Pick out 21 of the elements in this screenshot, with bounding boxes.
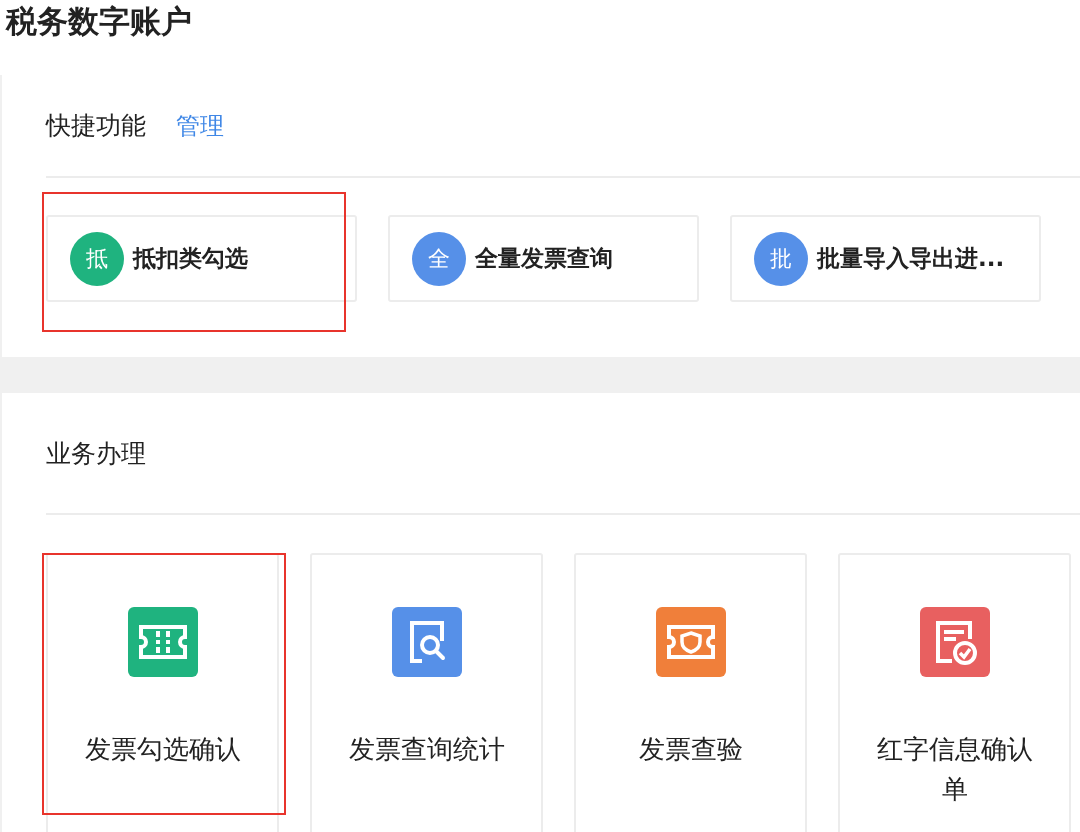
section-title: 业务办理 — [46, 437, 146, 470]
page-title: 税务数字账户 — [0, 0, 1080, 75]
shortcut-badge: 批 — [754, 231, 808, 286]
service-tile[interactable]: 发票查询统计 — [310, 553, 543, 832]
shortcut-label: 批量导入导出进... — [817, 244, 1005, 273]
service-tile[interactable]: 发票勾选确认 — [46, 553, 279, 832]
shortcut-badge: 全 — [412, 231, 466, 286]
service-label: 发票查询统计 — [347, 733, 506, 766]
shortcut-label: 全量发票查询 — [475, 244, 613, 273]
shortcut-badge: 抵 — [70, 231, 124, 286]
shortcut-item[interactable]: 抵 抵扣类勾选 — [46, 215, 357, 302]
service-tile[interactable]: 发票查验 — [574, 553, 807, 832]
service-label: 红字信息确认单 — [875, 733, 1034, 806]
manage-link[interactable]: 管理 — [176, 109, 224, 142]
shortcut-item[interactable]: 全 全量发票查询 — [388, 215, 699, 302]
service-label: 发票勾选确认 — [83, 733, 242, 766]
shortcut-item[interactable]: 批 批量导入导出进... — [730, 215, 1041, 302]
service-label: 发票查验 — [637, 733, 744, 766]
section-title: 快捷功能 — [46, 110, 146, 142]
service-tile[interactable]: 红字信息确认单 — [838, 553, 1071, 832]
shortcut-label: 抵扣类勾选 — [133, 244, 248, 273]
